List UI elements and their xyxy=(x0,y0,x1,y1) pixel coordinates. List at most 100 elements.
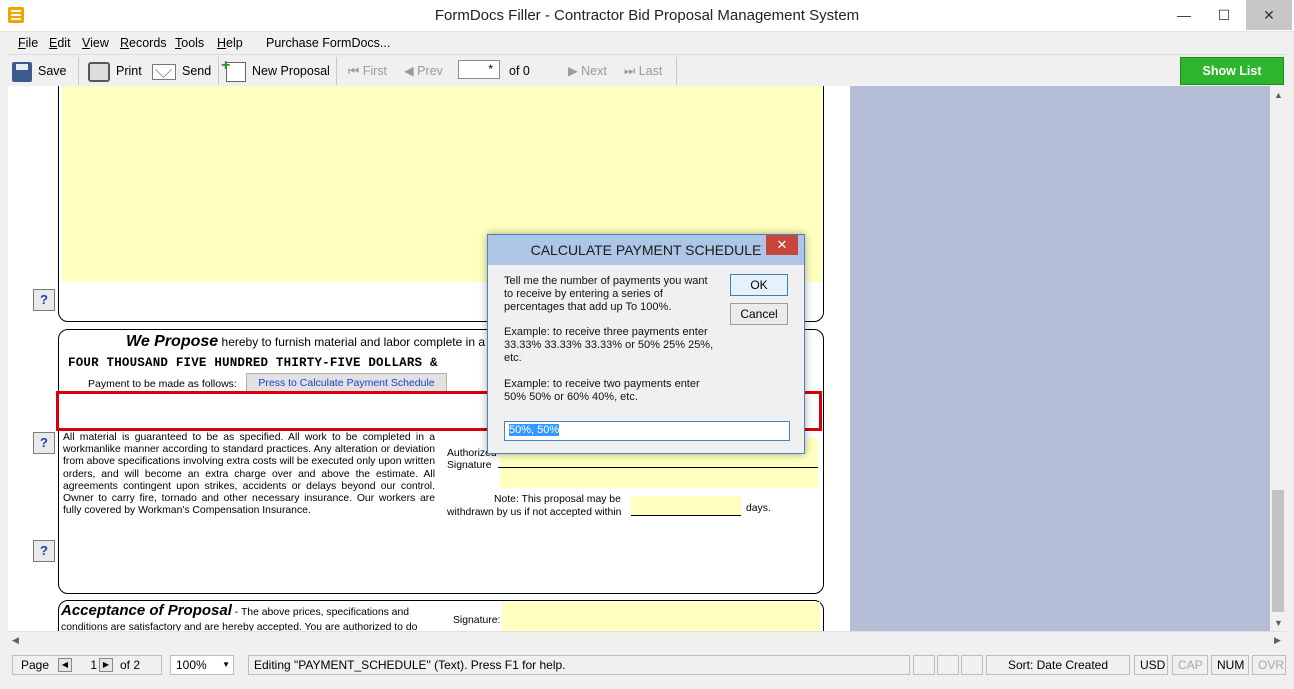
menu-edit[interactable]: Edit xyxy=(49,36,71,50)
status-panel-empty xyxy=(937,655,959,675)
prev-record-button[interactable]: ◀ Prev xyxy=(404,60,443,82)
vertical-scroll-thumb[interactable] xyxy=(1272,490,1284,612)
page-count: of 2 xyxy=(120,658,141,672)
menu-view[interactable]: View xyxy=(82,36,109,50)
days-label: days. xyxy=(746,503,771,514)
scroll-left-icon[interactable]: ◀ xyxy=(12,635,19,646)
prev-label: Prev xyxy=(417,64,443,78)
status-panel-empty xyxy=(961,655,983,675)
first-record-button[interactable]: ⏮ First xyxy=(348,60,387,82)
status-panel-empty xyxy=(913,655,935,675)
last-icon: ⏭ xyxy=(624,64,639,78)
menu-help[interactable]: Help xyxy=(217,36,243,50)
save-icon xyxy=(12,61,32,82)
cancel-button[interactable]: Cancel xyxy=(730,303,788,325)
dialog-title: CALCULATE PAYMENT SCHEDULE xyxy=(530,242,762,258)
help-button[interactable]: ? xyxy=(33,432,55,454)
dialog-body: Tell me the number of payments you want … xyxy=(494,265,800,449)
vertical-scrollbar[interactable]: ▲ ▼ xyxy=(1270,86,1286,631)
scroll-up-icon[interactable]: ▲ xyxy=(1274,90,1283,100)
dialog-close-button[interactable]: ✕ xyxy=(766,235,798,255)
print-label: Print xyxy=(116,64,142,78)
printer-icon xyxy=(88,61,110,82)
dialog-example-three: Example: to receive three payments enter… xyxy=(504,326,714,364)
menu-file[interactable]: File xyxy=(18,36,38,50)
we-propose-text: hereby to furnish material and labor com… xyxy=(221,335,485,349)
save-button[interactable]: Save xyxy=(12,60,67,82)
scroll-right-icon[interactable]: ▶ xyxy=(1274,635,1281,646)
send-button[interactable]: Send xyxy=(152,60,211,82)
next-record-button[interactable]: ▶ Next xyxy=(568,60,607,82)
new-document-icon xyxy=(221,55,246,82)
next-icon: ▶ xyxy=(568,64,582,78)
envelope-icon xyxy=(152,63,176,80)
page-label: Page xyxy=(21,658,50,672)
acceptance-text-block: Acceptance of Proposal - The above price… xyxy=(61,603,437,631)
maximize-button[interactable]: ☐ xyxy=(1204,0,1244,30)
help-button[interactable]: ? xyxy=(33,289,55,311)
close-button[interactable]: ✕ xyxy=(1246,0,1292,30)
note-line-1: Note: This proposal may be xyxy=(494,494,621,505)
page-navigator: Page ◀ 1 ▶ of 2 xyxy=(12,655,162,675)
toolbar-separator xyxy=(676,57,677,85)
acceptance-title: Acceptance of Proposal xyxy=(61,602,232,619)
new-proposal-button[interactable]: New Proposal xyxy=(221,55,330,82)
we-propose-line: We Propose hereby to furnish material an… xyxy=(126,333,485,351)
zoom-select[interactable]: 100% ▼ xyxy=(170,655,234,675)
zoom-value: 100% xyxy=(176,658,207,672)
dialog-instructions: Tell me the number of payments you want … xyxy=(504,275,708,313)
title-bar: FormDocs Filler - Contractor Bid Proposa… xyxy=(0,0,1294,32)
selected-input-text: 50%, 50% xyxy=(509,424,560,436)
days-field[interactable] xyxy=(631,496,741,515)
guarantee-text: All material is guaranteed to be as spec… xyxy=(63,432,435,517)
caps-lock-indicator: CAP xyxy=(1172,655,1208,675)
toolbar-separator xyxy=(218,57,219,85)
record-number-input[interactable]: * xyxy=(458,60,500,79)
ok-button[interactable]: OK xyxy=(730,274,788,296)
menu-records[interactable]: Records xyxy=(120,36,167,50)
currency-indicator: USD xyxy=(1134,655,1168,675)
toolbar-separator xyxy=(78,57,79,85)
new-proposal-label: New Proposal xyxy=(252,64,330,78)
payment-label: Payment to be made as follows: xyxy=(88,378,237,390)
show-list-button[interactable]: Show List xyxy=(1180,57,1284,85)
page-number[interactable]: 1 xyxy=(75,656,97,674)
help-button[interactable]: ? xyxy=(33,540,55,562)
amount-in-words: FOUR THOUSAND FIVE HUNDRED THIRTY-FIVE D… xyxy=(68,356,438,370)
dialog-example-two: Example: to receive two payments enter 5… xyxy=(504,378,700,403)
scroll-down-icon[interactable]: ▼ xyxy=(1274,618,1283,628)
horizontal-scrollbar[interactable]: ◀ ▶ xyxy=(8,631,1286,648)
page-next-icon[interactable]: ▶ xyxy=(99,658,113,672)
prev-icon: ◀ xyxy=(404,64,418,78)
window-title: FormDocs Filler - Contractor Bid Proposa… xyxy=(434,7,860,24)
toolbar-separator xyxy=(336,57,337,85)
sort-indicator[interactable]: Sort: Date Created xyxy=(986,655,1130,675)
overwrite-indicator: OVR xyxy=(1252,655,1286,675)
signature-label: Signature: xyxy=(453,615,501,626)
num-lock-indicator: NUM xyxy=(1211,655,1249,675)
menu-purchase[interactable]: Purchase FormDocs... xyxy=(266,36,390,50)
next-label: Next xyxy=(581,64,607,78)
first-icon: ⏮ xyxy=(348,64,363,78)
signature-line xyxy=(498,467,818,468)
payment-schedule-dialog: CALCULATE PAYMENT SCHEDULE ✕ Tell me the… xyxy=(487,234,805,454)
minimize-button[interactable]: — xyxy=(1164,0,1204,30)
chevron-down-icon: ▼ xyxy=(222,660,230,669)
page-prev-icon[interactable]: ◀ xyxy=(58,658,72,672)
send-label: Send xyxy=(182,64,212,78)
menu-tools[interactable]: Tools xyxy=(175,36,204,50)
print-button[interactable]: Print xyxy=(88,60,142,82)
status-bar: Page ◀ 1 ▶ of 2 100% ▼ Editing "PAYMENT_… xyxy=(0,649,1294,689)
acceptance-signature-field[interactable] xyxy=(502,602,820,631)
payment-percentages-input[interactable]: 50%, 50% xyxy=(504,421,790,441)
calculate-payment-schedule-button[interactable]: Press to Calculate Payment Schedule xyxy=(246,373,447,393)
dialog-title-bar: CALCULATE PAYMENT SCHEDULE ✕ xyxy=(488,235,804,265)
days-line xyxy=(631,515,741,516)
last-record-button[interactable]: ⏭ Last xyxy=(624,60,662,82)
menu-bar: File Edit View Records Tools Help Purcha… xyxy=(0,32,1294,54)
toolbar: Save Print Send New Proposal ⏮ First ◀ P… xyxy=(8,54,1286,86)
last-label: Last xyxy=(638,64,663,78)
we-propose-title: We Propose xyxy=(126,333,219,350)
first-label: First xyxy=(362,64,388,78)
note-line-2: withdrawn by us if not accepted within xyxy=(447,507,622,518)
